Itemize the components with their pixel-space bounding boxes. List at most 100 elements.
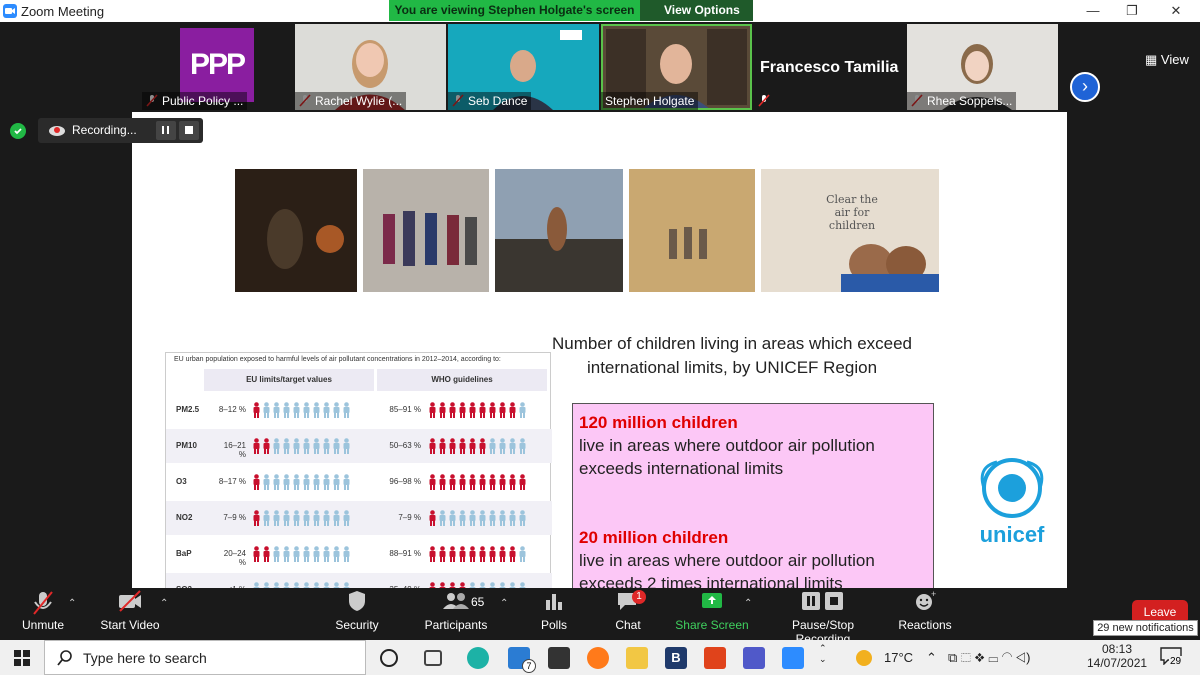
slide-photo-1 xyxy=(235,169,357,292)
fact-1-text: live in areas where outdoor air pollutio… xyxy=(579,436,875,478)
slide-photo-2 xyxy=(363,169,489,292)
participant-tile-active-speaker[interactable]: Stephen Holgate xyxy=(601,24,752,110)
action-center-icon[interactable]: 29 xyxy=(1160,647,1186,669)
participants-options-chevron[interactable]: ⌃ xyxy=(500,598,508,609)
view-button[interactable]: ▦ View xyxy=(1145,52,1189,68)
next-page-button[interactable]: › xyxy=(1070,72,1100,102)
notifications-toast[interactable]: 29 new notifications xyxy=(1093,620,1198,636)
participant-tile[interactable]: Francesco Tamilia xyxy=(754,24,905,110)
eu-percent: 8–17 % xyxy=(218,477,246,486)
fact-2-bold: 20 million children xyxy=(579,528,729,547)
reactions-button[interactable]: + Reactions xyxy=(898,589,952,636)
zoom-app-icon xyxy=(3,4,17,18)
weather-sun-icon xyxy=(856,650,872,666)
office-icon[interactable] xyxy=(704,647,726,669)
close-button[interactable]: ✕ xyxy=(1166,2,1186,20)
video-options-chevron[interactable]: ⌃ xyxy=(160,598,168,609)
pollutant-label: PM10 xyxy=(176,441,197,450)
participant-name: Rhea Soppels... xyxy=(907,92,1017,110)
clock-time: 08:13 xyxy=(1101,642,1133,656)
mail-icon[interactable]: 7 xyxy=(508,647,536,673)
fact-1-bold: 120 million children xyxy=(579,413,738,432)
window-title: Zoom Meeting xyxy=(21,4,105,19)
viewing-banner: You are viewing Stephen Holgate's screen xyxy=(389,0,640,21)
who-pictogram xyxy=(429,546,526,562)
svg-text:+: + xyxy=(931,590,936,599)
taskbar-search-box[interactable]: Type here to search xyxy=(44,640,366,675)
eu-percent: 7–9 % xyxy=(223,513,246,522)
share-arrow-icon xyxy=(702,593,722,608)
table-header-who: WHO guidelines xyxy=(377,369,547,391)
participant-name: Rachel Wylie (... xyxy=(295,92,407,110)
table-row: O3 8–17 % 96–98 % xyxy=(166,465,552,499)
pollutant-label: PM2.5 xyxy=(176,405,200,414)
clock[interactable]: 08:13 14/07/2021 xyxy=(1087,642,1147,670)
unmute-button[interactable]: Unmute xyxy=(14,590,72,636)
participant-display-name: Francesco Tamilia xyxy=(760,59,899,76)
table-row: PM2.5 8–12 % 85–91 % xyxy=(166,393,552,427)
who-percent: 85–91 % xyxy=(389,405,421,414)
task-view-icon[interactable] xyxy=(424,650,442,666)
stop-recording-button[interactable] xyxy=(179,121,199,140)
weather-temp[interactable]: 17°C xyxy=(884,650,913,665)
participant-tile[interactable]: PPP Public Policy ... xyxy=(142,24,293,110)
participant-tile[interactable]: Seb Dance xyxy=(448,24,599,110)
participant-gallery: PPP Public Policy ... Rachel Wylie (... xyxy=(0,22,1200,112)
audio-options-chevron[interactable]: ⌃ xyxy=(68,598,76,609)
windows-start-icon[interactable] xyxy=(14,650,30,666)
app-b-icon[interactable]: B xyxy=(665,647,687,669)
firefox-icon[interactable] xyxy=(587,647,609,669)
slide-photo-5: Clear the air for children xyxy=(761,169,939,292)
participants-count: 65 xyxy=(471,595,485,609)
who-pictogram xyxy=(429,438,526,454)
share-options-chevron[interactable]: ⌃ xyxy=(744,598,752,609)
show-hidden-icons-chevron[interactable]: ⌃ xyxy=(926,650,937,666)
chat-button[interactable]: 1 Chat xyxy=(606,590,650,636)
pause-recording-button[interactable] xyxy=(156,121,176,140)
polls-button[interactable]: Polls xyxy=(532,590,576,636)
mic-muted-icon xyxy=(758,94,770,107)
zoom-taskbar-icon[interactable] xyxy=(782,647,804,669)
share-screen-button[interactable]: Share Screen xyxy=(675,590,749,636)
participants-icon xyxy=(443,593,469,609)
who-percent: 50–63 % xyxy=(389,441,421,450)
bar-chart-icon xyxy=(546,594,562,610)
shared-screen-area: Clear the air for children EU urban popu… xyxy=(0,112,1200,588)
tray-icons[interactable]: ⧉ ⬚ ❖ ▭ ◠ ◁) xyxy=(948,650,1030,666)
table-row: BaP 20–24 % 88–91 % xyxy=(166,537,552,571)
who-percent: 7–9 % xyxy=(398,513,421,522)
slide-photo-4 xyxy=(629,169,755,292)
start-video-button[interactable]: Start Video xyxy=(96,590,164,636)
microphone-muted-icon xyxy=(33,591,53,615)
chevron-right-icon: › xyxy=(1082,76,1088,96)
teams-icon[interactable] xyxy=(743,647,765,669)
security-button[interactable]: Security xyxy=(330,590,384,636)
table-row: NO2 7–9 % 7–9 % xyxy=(166,501,552,535)
store-icon[interactable] xyxy=(548,647,570,669)
pause-stop-recording-button[interactable]: Pause/Stop Recording xyxy=(764,590,882,646)
restore-button[interactable]: ❐ xyxy=(1122,2,1142,20)
chat-unread-badge: 1 xyxy=(632,590,646,604)
table-row: SO2<1 %35–49 % xyxy=(166,573,552,588)
pollutant-label: O3 xyxy=(176,477,187,486)
shield-icon xyxy=(349,591,365,611)
photo-caption: Clear the air for children xyxy=(826,193,878,232)
action-center-count: 29 xyxy=(1169,656,1183,667)
participants-button[interactable]: 65 Participants xyxy=(420,590,492,636)
participant-tile[interactable]: Rhea Soppels... xyxy=(907,24,1058,110)
pollutant-label: NO2 xyxy=(176,513,193,522)
table-header-eu: EU limits/target values xyxy=(204,369,374,391)
windows-taskbar: Type here to search 7 B ⌃ ⌄ 17°C ⌃ ⧉ ⬚ ❖ … xyxy=(0,640,1200,675)
fact-2-text: live in areas where outdoor air pollutio… xyxy=(579,551,875,588)
minimize-button[interactable]: — xyxy=(1083,2,1103,20)
tray-overflow-chevron[interactable]: ⌃ ⌄ xyxy=(819,643,827,665)
edge-icon[interactable] xyxy=(467,647,489,669)
pollutant-label: BaP xyxy=(176,549,192,558)
participant-tile[interactable]: Rachel Wylie (... xyxy=(295,24,446,110)
table-row: PM10 16–21 % 50–63 % xyxy=(166,429,552,463)
cortana-icon[interactable] xyxy=(380,649,398,667)
view-options-button[interactable]: View Options ⌄ xyxy=(640,0,753,38)
file-explorer-icon[interactable] xyxy=(626,647,648,669)
who-percent: 96–98 % xyxy=(389,477,421,486)
children-facts-box: 120 million children live in areas where… xyxy=(572,403,934,588)
